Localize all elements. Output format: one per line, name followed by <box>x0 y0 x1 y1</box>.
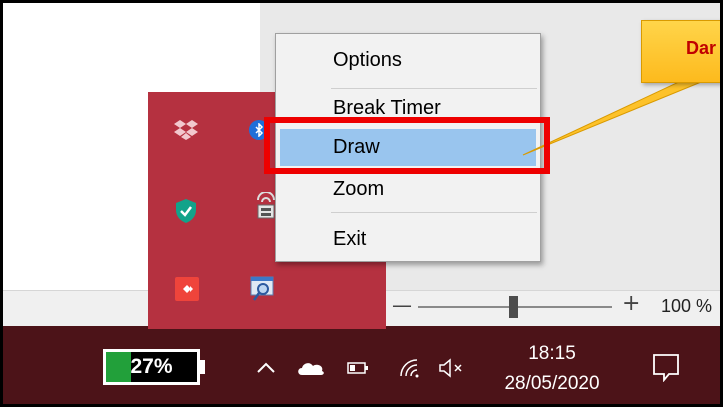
callout-pointer <box>522 79 707 156</box>
highlight-annotation-box <box>264 117 550 174</box>
callout-box: Dar <box>641 20 723 83</box>
callout-text: Dar <box>686 38 717 58</box>
